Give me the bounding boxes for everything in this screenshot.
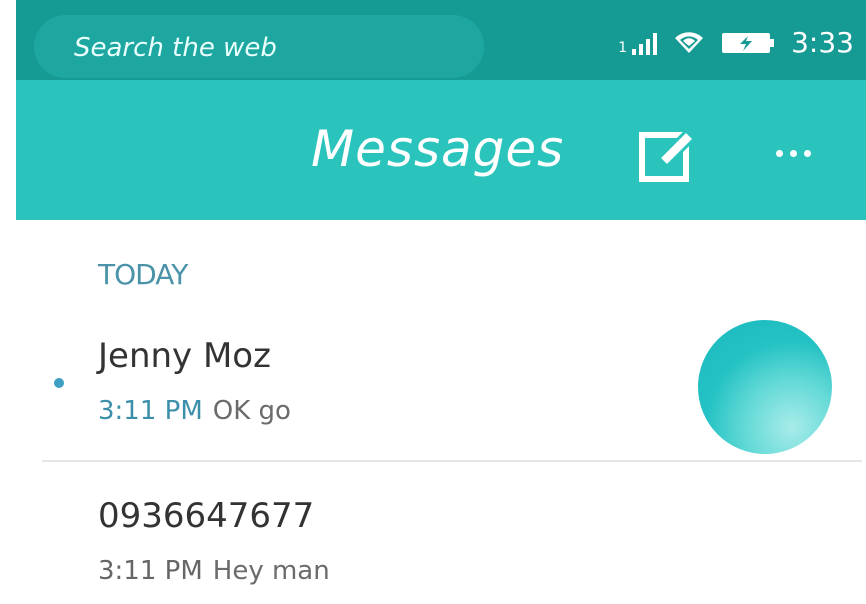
page-title: Messages	[311, 120, 565, 178]
signal-icon: 1	[618, 31, 658, 56]
app-header: Messages	[16, 80, 866, 220]
thread-item[interactable]: 0936647677 3:11 PM Hey man	[16, 480, 866, 604]
compose-icon	[639, 128, 697, 182]
thread-time: 3:11 PM	[98, 556, 203, 586]
divider	[42, 460, 862, 462]
thread-time: 3:11 PM	[98, 396, 203, 426]
system-icons: 1 3:33	[618, 26, 854, 59]
clock: 3:33	[791, 26, 854, 59]
thread-preview: OK go	[212, 396, 291, 426]
thread-preview: Hey man	[212, 556, 330, 586]
wifi-icon	[673, 31, 705, 55]
search-placeholder[interactable]: Search the web	[74, 33, 277, 63]
status-bar: Search the web 1 3:33	[16, 0, 866, 80]
thread-name: 0936647677	[98, 496, 315, 536]
compose-button[interactable]	[636, 125, 700, 189]
more-options-icon	[776, 150, 783, 157]
thread-meta: 3:11 PM OK go	[98, 396, 291, 426]
battery-charging-icon	[721, 31, 775, 55]
thread-meta: 3:11 PM Hey man	[98, 556, 330, 586]
messages-app: Search the web 1 3:33 Messages TODAY Jen…	[16, 0, 866, 604]
section-label: TODAY	[98, 258, 188, 291]
signal-sim-label: 1	[618, 39, 628, 56]
thread-item[interactable]: Jenny Moz 3:11 PM OK go	[16, 320, 866, 460]
search-bar[interactable]: Search the web	[34, 15, 484, 78]
avatar[interactable]	[698, 320, 832, 454]
unread-indicator	[54, 378, 64, 388]
thread-name: Jenny Moz	[98, 336, 271, 376]
more-options-button[interactable]	[776, 150, 811, 157]
